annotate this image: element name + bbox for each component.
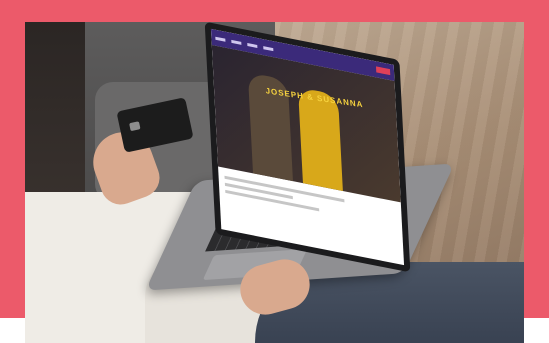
laptop-screen: JOSEPH & SUSANNA [210, 28, 405, 266]
nav-link [231, 39, 242, 45]
card-chip-icon [129, 121, 141, 132]
laptop-photo: JOSEPH & SUSANNA [25, 22, 524, 343]
nav-link [247, 42, 258, 48]
laptop-screen-bezel: JOSEPH & SUSANNA [204, 22, 411, 273]
nav-link [263, 45, 274, 51]
nav-donate-button [375, 66, 391, 76]
nav-logo [215, 36, 226, 42]
photo-stage: JOSEPH & SUSANNA [0, 0, 549, 343]
